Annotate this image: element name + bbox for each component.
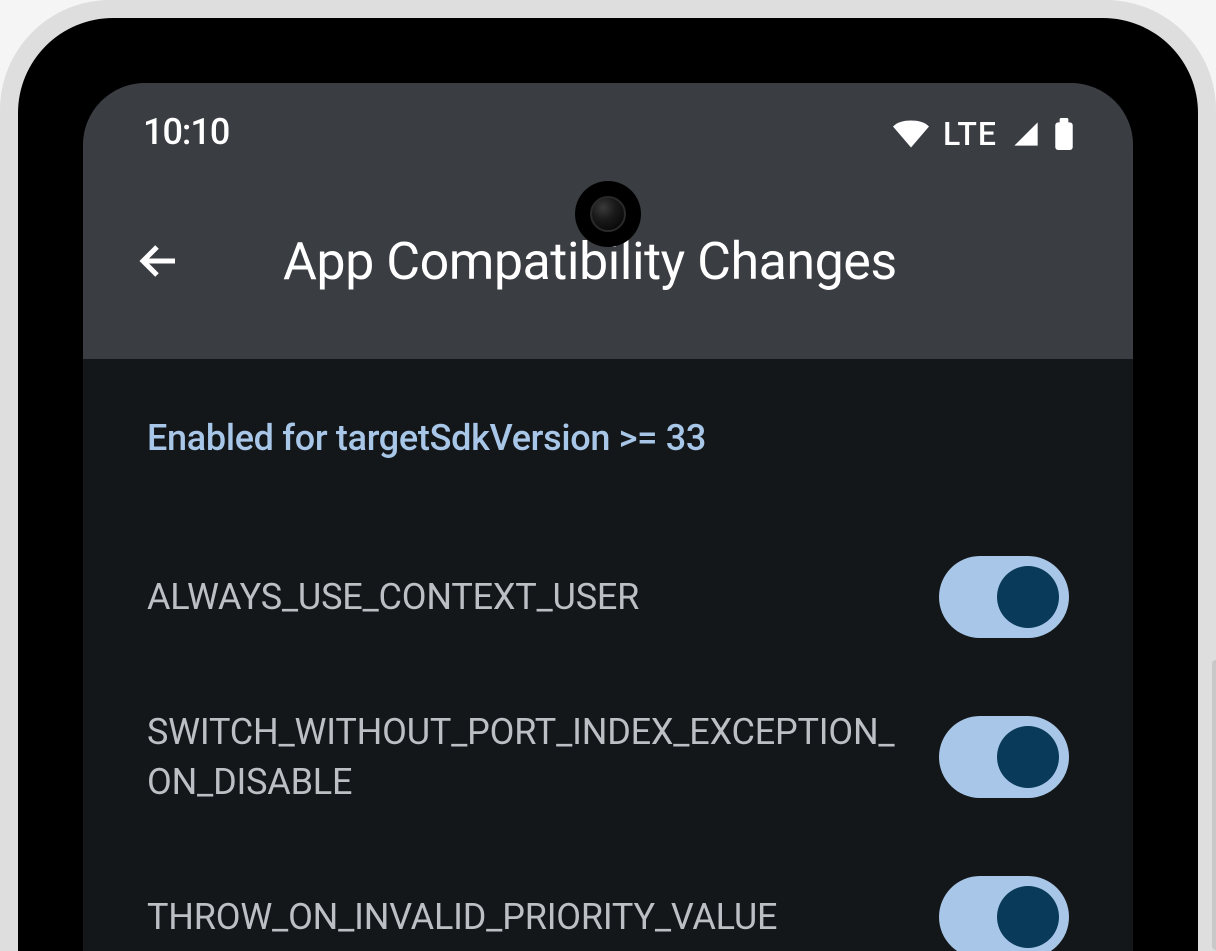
setting-row[interactable]: ALWAYS_USE_CONTEXT_USER <box>147 517 1069 677</box>
wifi-icon <box>893 120 929 148</box>
phone-side-button <box>1212 660 1216 950</box>
back-arrow-icon <box>135 237 183 285</box>
phone-frame-mid: 10:10 LTE <box>18 18 1198 951</box>
section-header: Enabled for targetSdkVersion >= 33 <box>147 417 1069 459</box>
camera-lens <box>590 196 626 232</box>
toggle-thumb <box>997 566 1059 628</box>
setting-label: SWITCH_WITHOUT_PORT_INDEX_EXCEPTION_ON_D… <box>147 707 899 808</box>
toggle-switch[interactable] <box>939 716 1069 798</box>
network-type-label: LTE <box>943 115 997 153</box>
setting-row[interactable]: SWITCH_WITHOUT_PORT_INDEX_EXCEPTION_ON_D… <box>147 677 1069 837</box>
toggle-thumb <box>997 886 1059 948</box>
status-time: 10:10 <box>143 111 229 153</box>
toggle-thumb <box>997 726 1059 788</box>
phone-screen: 10:10 LTE <box>83 83 1133 951</box>
toggle-switch[interactable] <box>939 556 1069 638</box>
setting-label: ALWAYS_USE_CONTEXT_USER <box>147 572 899 622</box>
phone-frame: 10:10 LTE <box>0 0 1216 951</box>
phone-frame-inner: 10:10 LTE <box>56 56 1160 951</box>
status-bar: 10:10 LTE <box>83 83 1133 163</box>
status-indicators: LTE <box>893 115 1073 153</box>
setting-label: THROW_ON_INVALID_PRIORITY_VALUE <box>147 892 899 942</box>
setting-row[interactable]: THROW_ON_INVALID_PRIORITY_VALUE <box>147 837 1069 951</box>
battery-icon <box>1055 118 1073 150</box>
camera-punch-hole <box>575 181 641 247</box>
toggle-switch[interactable] <box>939 876 1069 951</box>
back-button[interactable] <box>131 233 187 289</box>
signal-icon <box>1011 120 1041 148</box>
content-area: Enabled for targetSdkVersion >= 33 ALWAY… <box>83 359 1133 951</box>
